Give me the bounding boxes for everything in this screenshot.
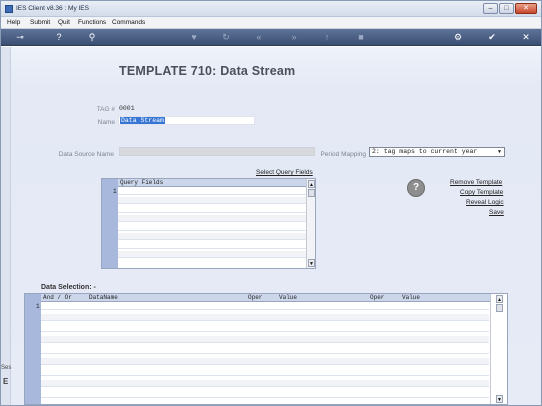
menu-quit[interactable]: Quit [58, 19, 70, 26]
data-selection-grid: And / Or DataName Oper Value Oper Value … [24, 293, 508, 405]
column-header-value-2: Value [402, 294, 421, 301]
reveal-logic-link[interactable]: Reveal Logic [466, 199, 504, 206]
table-row[interactable] [41, 347, 489, 354]
column-header-dataname: DataName [89, 294, 118, 301]
period-mapping-value: 2: tag maps to current year [372, 148, 478, 155]
left-edge-text: Ses [1, 365, 12, 371]
name-field-value: Data Stream [120, 117, 165, 124]
toolbar: ⊸ ? ⚲ ♥ ↻ « » ↑ ■ ⚙ ✔ ✕ [1, 29, 541, 46]
data-selection-scrollbar[interactable]: ▲ ▼ [490, 294, 507, 404]
name-field[interactable]: Data Stream [118, 116, 255, 125]
table-row[interactable] [118, 251, 306, 258]
scroll-thumb[interactable] [496, 304, 503, 312]
main-content: TEMPLATE 710: Data Stream TAG # 0001 Nam… [1, 47, 541, 405]
data-selection-title: Data Selection: - [41, 284, 96, 291]
chevron-down-icon: ▼ [497, 149, 501, 155]
table-row[interactable] [118, 188, 306, 195]
heart-icon[interactable]: ♥ [187, 31, 201, 44]
period-mapping-select[interactable]: 2: tag maps to current year ▼ [369, 147, 505, 157]
check-icon[interactable]: ✔ [485, 31, 499, 44]
scroll-up-icon[interactable]: ▲ [308, 180, 315, 188]
window-title: IES Client v8.36 : My IES [16, 5, 89, 12]
column-header-and-or: And / Or [43, 294, 72, 301]
row-number: 1 [36, 303, 40, 310]
key-icon[interactable]: ⊸ [9, 31, 31, 44]
select-query-fields-link[interactable]: Select Query Fields [256, 169, 313, 176]
table-row[interactable] [41, 358, 489, 365]
title-bar: IES Client v8.36 : My IES – □ ✕ [1, 1, 541, 17]
scroll-down-icon[interactable]: ▼ [308, 259, 315, 267]
query-fields-header-label: Query Fields [120, 179, 164, 186]
help-icon[interactable]: ? [52, 31, 66, 44]
copy-template-link[interactable]: Copy Template [460, 189, 503, 196]
table-row[interactable] [41, 303, 489, 310]
menu-help[interactable]: Help [7, 19, 20, 26]
table-row[interactable] [41, 369, 489, 376]
row-number: 1 [113, 188, 117, 195]
query-fields-header: Query Fields [118, 179, 306, 187]
table-row[interactable] [118, 206, 306, 213]
data-selection-gutter [25, 294, 41, 404]
scroll-thumb[interactable] [308, 189, 315, 197]
table-row[interactable] [118, 233, 306, 240]
table-row[interactable] [118, 242, 306, 249]
rewind-icon[interactable]: « [252, 31, 266, 44]
tag-label: TAG # [96, 106, 115, 113]
table-row[interactable] [118, 197, 306, 204]
name-label: Name [97, 119, 115, 126]
tag-value: 0001 [119, 105, 135, 112]
minimize-button[interactable]: – [483, 3, 498, 14]
table-row[interactable] [118, 215, 306, 222]
table-row[interactable] [118, 224, 306, 231]
app-window: IES Client v8.36 : My IES – □ ✕ Help Sub… [0, 0, 542, 406]
save-link[interactable]: Save [489, 209, 504, 216]
menu-functions[interactable]: Functions [78, 19, 106, 26]
table-row[interactable] [41, 391, 489, 398]
stop-icon[interactable]: ■ [354, 31, 368, 44]
query-fields-scrollbar[interactable]: ▲ ▼ [306, 179, 315, 268]
close-window-button[interactable]: ✕ [515, 3, 537, 14]
menu-bar: Help Submit Quit Functions Commands [1, 17, 541, 29]
menu-submit[interactable]: Submit [30, 19, 50, 26]
menu-commands[interactable]: Commands [112, 19, 145, 26]
table-row[interactable] [41, 314, 489, 321]
table-row[interactable] [41, 380, 489, 387]
fast-forward-icon[interactable]: » [287, 31, 301, 44]
remove-template-link[interactable]: Remove Template [450, 179, 502, 186]
query-fields-grid: Query Fields 1 ▲ ▼ [101, 178, 316, 269]
help-icon[interactable]: ? [407, 179, 425, 197]
column-header-value: Value [279, 294, 298, 301]
refresh-icon[interactable]: ↻ [219, 31, 233, 44]
settings-icon[interactable]: ⚙ [451, 31, 465, 44]
column-header-oper: Oper [248, 294, 263, 301]
upload-icon[interactable]: ↑ [320, 31, 334, 44]
maximize-button[interactable]: □ [499, 3, 514, 14]
search-icon[interactable]: ⚲ [85, 31, 99, 44]
scroll-down-icon[interactable]: ▼ [496, 395, 503, 403]
data-source-field[interactable] [119, 147, 315, 156]
close-icon[interactable]: ✕ [519, 31, 533, 44]
left-edge-glyph: E [3, 377, 9, 386]
app-icon [5, 5, 13, 13]
page-title: TEMPLATE 710: Data Stream [119, 64, 296, 78]
data-source-label: Data Source Name [58, 151, 114, 158]
period-mapping-label: Period Mapping [320, 151, 366, 158]
table-row[interactable] [41, 325, 489, 332]
left-edge-panel: Ses E [1, 47, 11, 405]
column-header-oper-2: Oper [370, 294, 385, 301]
data-selection-header: And / Or DataName Oper Value Oper Value [41, 294, 498, 302]
table-row[interactable] [41, 336, 489, 343]
scroll-up-icon[interactable]: ▲ [496, 295, 503, 303]
